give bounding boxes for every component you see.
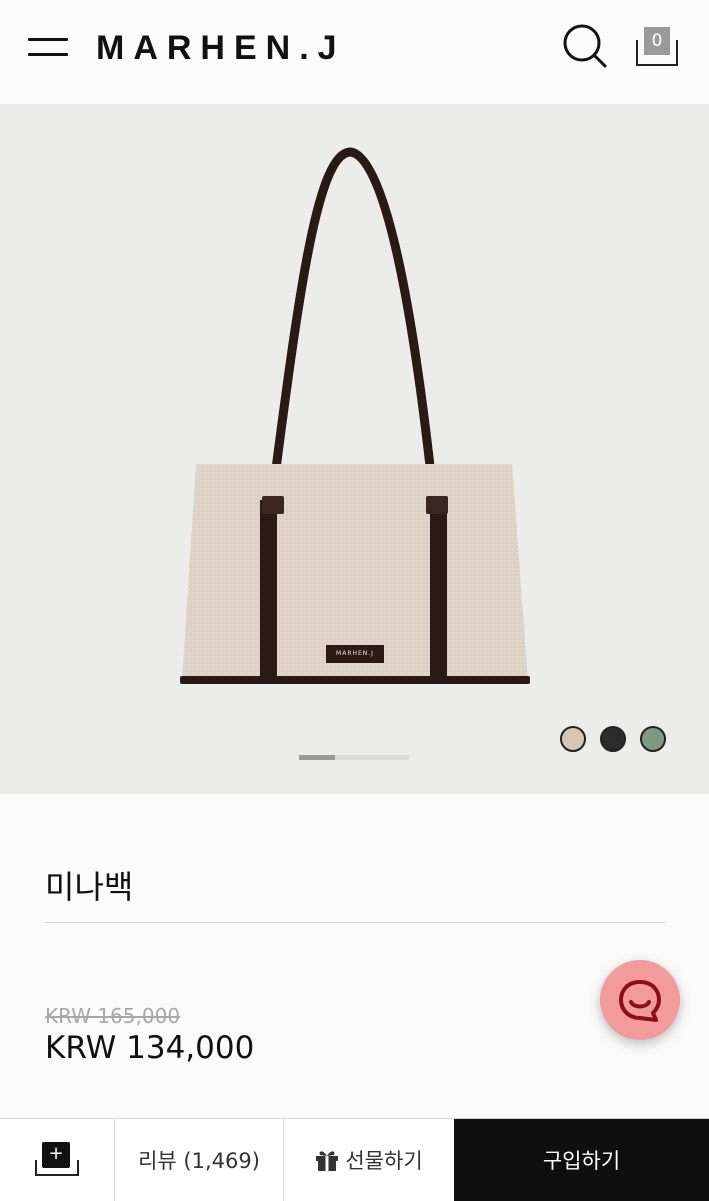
add-icon: + xyxy=(35,1142,79,1178)
bag-brand-label: MARHEN.J xyxy=(336,650,374,657)
buy-label: 구입하기 xyxy=(542,1149,621,1173)
swatch-beige[interactable] xyxy=(560,726,586,752)
brand-logo[interactable]: MARHEN.J xyxy=(96,26,346,70)
buy-button[interactable]: 구입하기 xyxy=(454,1119,709,1201)
slide-progress-bar xyxy=(299,755,409,760)
chat-button[interactable] xyxy=(600,960,680,1040)
divider xyxy=(45,922,665,923)
cart-count-badge: 0 xyxy=(644,27,670,55)
chat-icon xyxy=(619,980,661,1022)
header: MARHEN.J 0 xyxy=(0,0,709,104)
cart-icon[interactable]: 0 xyxy=(636,24,682,70)
search-icon[interactable] xyxy=(560,22,608,70)
bottom-action-bar: + 리뷰 (1,469) 선물하기 구입하기 xyxy=(0,1118,709,1201)
product-image xyxy=(180,147,530,684)
sale-price: KRW 134,000 xyxy=(45,1030,255,1066)
slide-progress-fill xyxy=(299,755,336,760)
swatch-black[interactable] xyxy=(600,726,626,752)
hamburger-menu-icon[interactable] xyxy=(28,36,68,58)
review-button[interactable]: 리뷰 (1,469) xyxy=(114,1119,283,1201)
gift-label: 선물하기 xyxy=(345,1149,423,1173)
swatch-sage[interactable] xyxy=(640,726,666,752)
original-price: KRW 165,000 xyxy=(45,1004,181,1028)
product-name: 미나백 xyxy=(45,868,134,906)
add-to-cart-button[interactable]: + xyxy=(0,1119,114,1201)
gift-button[interactable]: 선물하기 xyxy=(283,1119,454,1201)
review-label: 리뷰 (1,469) xyxy=(138,1149,260,1173)
product-image-gallery[interactable]: MARHEN.J xyxy=(0,104,709,794)
gift-icon xyxy=(316,1151,339,1171)
